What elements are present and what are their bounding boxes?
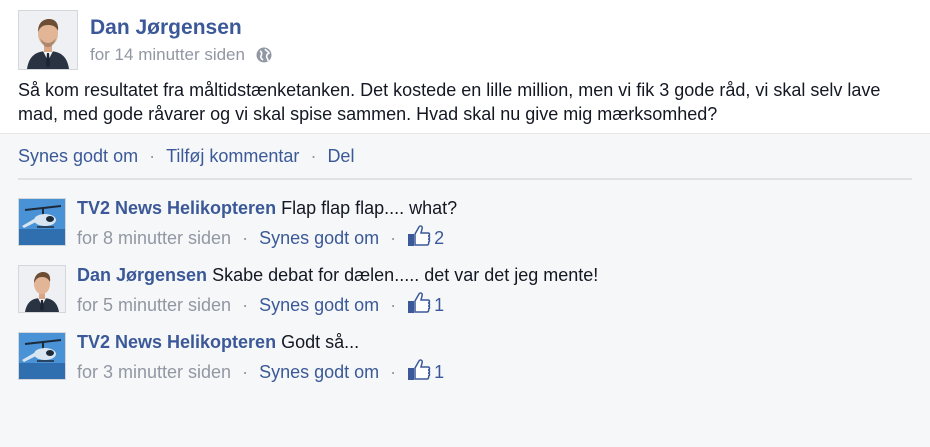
action-separator: · (149, 146, 156, 166)
comment-item: Dan Jørgensen Skabe debat for dælen.....… (18, 265, 912, 315)
add-comment-button[interactable]: Tilføj kommentar (166, 146, 299, 166)
comment-like-count[interactable]: 1 (434, 362, 444, 382)
like-button[interactable]: Synes godt om (18, 146, 138, 166)
comment-author[interactable]: TV2 News Helikopteren (77, 332, 276, 352)
feedback-section: Synes godt om · Tilføj kommentar · Del TV2 N… (0, 133, 930, 447)
comment-like-count[interactable]: 1 (434, 295, 444, 315)
comment-author[interactable]: TV2 News Helikopteren (77, 198, 276, 218)
post-time[interactable]: for 14 minutter siden (90, 45, 245, 64)
comment-text: Flap flap flap.... what? (281, 198, 458, 218)
post-author-name[interactable]: Dan Jørgensen (90, 16, 242, 40)
thumbs-up-icon[interactable] (407, 292, 431, 314)
thumbs-up-icon[interactable] (407, 359, 431, 381)
comment-like-button[interactable]: Synes godt om (259, 295, 379, 315)
thumbs-up-icon[interactable] (407, 225, 431, 247)
comment-separator: · (242, 228, 249, 248)
comment-text: Godt så... (281, 332, 360, 352)
comment-item: TV2 News Helikopteren Flap flap flap....… (18, 198, 912, 248)
person-avatar-icon (19, 11, 77, 69)
post-text: Så kom resultatet fra måltidstænketanken… (18, 80, 881, 124)
post-timestamp: for 14 minutter siden (90, 45, 272, 65)
divider (18, 178, 912, 180)
comment-time[interactable]: for 8 minutter siden (77, 228, 231, 248)
comment-avatar[interactable] (18, 265, 66, 313)
comment-time[interactable]: for 5 minutter siden (77, 295, 231, 315)
helicopter-avatar-icon (19, 333, 65, 379)
comment-separator: · (390, 362, 397, 382)
action-separator: · (310, 146, 317, 166)
comment-text: Skabe debat for dælen..... det var det j… (212, 265, 599, 285)
globe-icon[interactable] (256, 47, 272, 63)
comment-separator: · (390, 228, 397, 248)
author-avatar[interactable] (18, 10, 78, 70)
comment-avatar[interactable] (18, 198, 66, 246)
helicopter-avatar-icon (19, 199, 65, 245)
share-button[interactable]: Del (327, 146, 354, 166)
comment-separator: · (390, 295, 397, 315)
person-avatar-icon (19, 266, 65, 312)
comment-separator: · (242, 295, 249, 315)
comment-like-button[interactable]: Synes godt om (259, 228, 379, 248)
comment-author[interactable]: Dan Jørgensen (77, 265, 207, 285)
comment-like-count[interactable]: 2 (434, 228, 444, 248)
comment-item: TV2 News Helikopteren Godt så... for 3 m… (18, 332, 912, 382)
comment-separator: · (242, 362, 249, 382)
comment-avatar[interactable] (18, 332, 66, 380)
comment-time[interactable]: for 3 minutter siden (77, 362, 231, 382)
post-actions: Synes godt om · Tilføj kommentar · Del (18, 146, 354, 167)
comment-like-button[interactable]: Synes godt om (259, 362, 379, 382)
